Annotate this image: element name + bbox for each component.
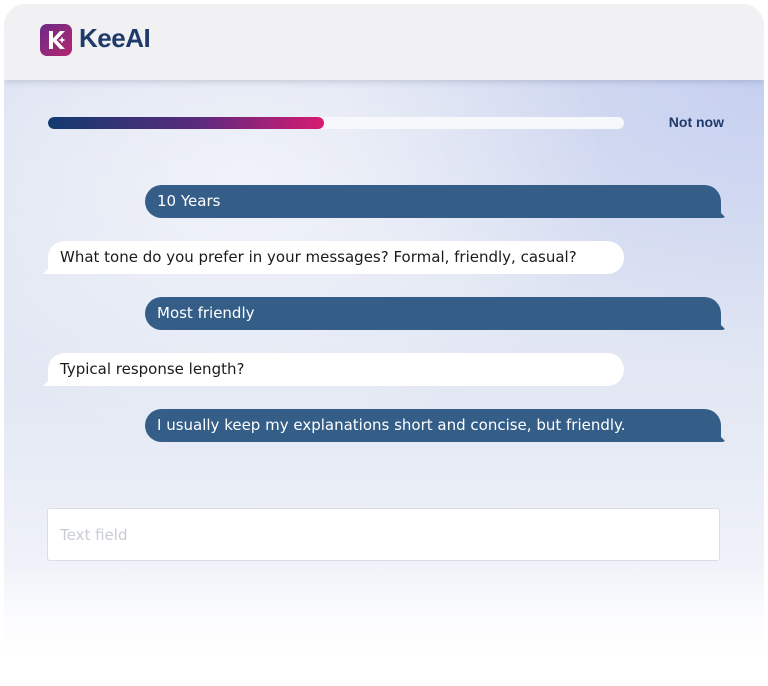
onboarding-progress-bar (48, 117, 624, 129)
app-header: KeeAI (4, 4, 764, 80)
message-input[interactable] (47, 508, 720, 561)
progress-fill (48, 117, 325, 129)
chat-message-assistant: Typical response length? (48, 353, 624, 386)
bottom-fade (4, 566, 764, 686)
chat-message-user: Most friendly (145, 297, 721, 330)
not-now-button[interactable]: Not now (644, 114, 724, 130)
chat-message-user: 10 Years (145, 185, 721, 218)
keeai-logo-icon (40, 24, 72, 56)
chat-message-user: I usually keep my explanations short and… (145, 409, 721, 442)
app-frame: KeeAI Not now 10 Years What tone do you … (4, 4, 764, 686)
brand-name: KeeAI (79, 23, 151, 53)
chat-message-assistant: What tone do you prefer in your messages… (48, 241, 624, 274)
